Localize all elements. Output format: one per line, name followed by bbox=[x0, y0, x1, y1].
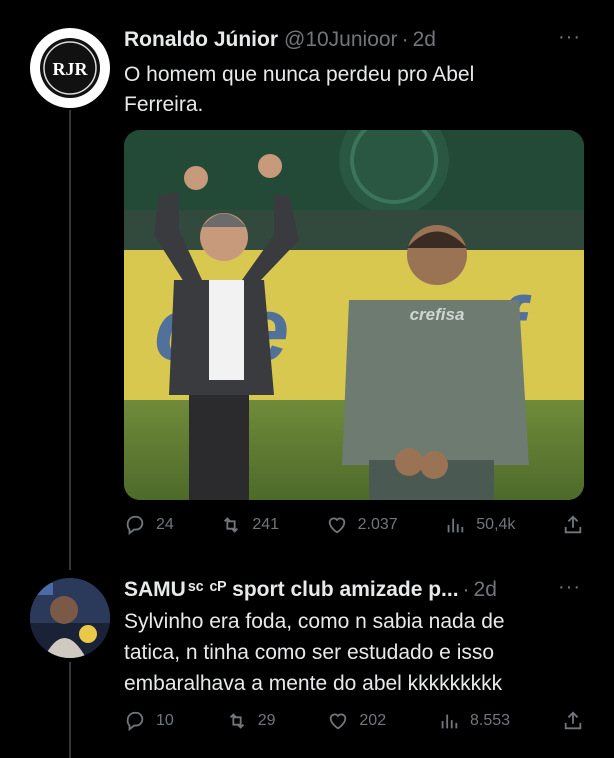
author-name-suffix[interactable]: ˢᶜ ᶜᴾ sport club amizade p... bbox=[188, 578, 459, 602]
views-button[interactable]: 8.553 bbox=[438, 710, 510, 732]
svg-text:RJR: RJR bbox=[53, 59, 89, 79]
views-count: 50,4k bbox=[476, 516, 516, 533]
avatar-person-image bbox=[30, 578, 110, 658]
share-button[interactable] bbox=[562, 710, 584, 732]
like-icon bbox=[330, 713, 347, 730]
retweet-button[interactable]: 241 bbox=[220, 514, 279, 536]
tweet-text: O homem que nunca perdeu pro Abel Ferrei… bbox=[124, 63, 475, 116]
views-count: 8.553 bbox=[470, 712, 511, 729]
author-name[interactable]: SAMU bbox=[124, 578, 186, 602]
photo-coach-gesture-image: cre f crefisa bbox=[124, 130, 584, 500]
like-button[interactable]: 2.037 bbox=[326, 514, 398, 536]
retweet-count: 29 bbox=[257, 712, 276, 729]
like-count: 2.037 bbox=[357, 516, 398, 533]
views-button[interactable]: 50,4k bbox=[444, 514, 515, 536]
separator: · bbox=[401, 28, 409, 51]
tweet-actions: 24 241 2.037 50,4k bbox=[124, 514, 584, 536]
avatar[interactable] bbox=[30, 578, 110, 658]
reply-count: 24 bbox=[156, 516, 174, 533]
retweet-icon bbox=[229, 713, 244, 729]
rjr-logo-icon: RJR bbox=[32, 30, 108, 106]
reply-icon bbox=[126, 711, 144, 732]
tweet-header: Ronaldo Júnior @10Junioor · 2d bbox=[124, 28, 436, 52]
views-icon bbox=[441, 714, 458, 729]
svg-text:crefisa: crefisa bbox=[410, 305, 465, 324]
author-name[interactable]: Ronaldo Júnior bbox=[124, 28, 278, 52]
reply-button[interactable]: 10 bbox=[124, 710, 174, 732]
tweet-photo[interactable]: cre f crefisa bbox=[124, 130, 584, 500]
tweet-actions: 10 29 202 8.553 bbox=[124, 710, 584, 732]
thread-line-top bbox=[69, 110, 71, 570]
reply-button[interactable]: 24 bbox=[124, 514, 174, 536]
retweet-count: 241 bbox=[252, 516, 280, 533]
like-icon bbox=[328, 517, 345, 534]
timestamp[interactable]: 2d bbox=[413, 28, 436, 52]
avatar[interactable]: RJR bbox=[30, 28, 110, 108]
reply-count: 10 bbox=[156, 712, 174, 729]
tweet-header: SAMU ˢᶜ ᶜᴾ sport club amizade p... · 2d bbox=[124, 578, 497, 602]
like-button[interactable]: 202 bbox=[327, 710, 386, 732]
thread-line-bottom bbox=[69, 662, 71, 758]
author-handle[interactable]: @10Junioor bbox=[284, 28, 398, 52]
more-icon[interactable]: ··· bbox=[558, 26, 581, 49]
like-count: 202 bbox=[359, 712, 387, 729]
share-icon bbox=[564, 515, 582, 534]
retweet-icon bbox=[224, 517, 239, 533]
separator: · bbox=[462, 578, 470, 601]
views-icon bbox=[447, 518, 464, 533]
reply-icon bbox=[126, 515, 144, 536]
more-icon[interactable]: ··· bbox=[558, 576, 581, 599]
retweet-button[interactable]: 29 bbox=[226, 710, 276, 732]
timestamp[interactable]: 2d bbox=[474, 578, 497, 602]
tweet-text: Sylvinho era foda, como n sabia nada de … bbox=[124, 610, 505, 695]
share-icon bbox=[564, 711, 582, 730]
share-button[interactable] bbox=[562, 514, 584, 536]
